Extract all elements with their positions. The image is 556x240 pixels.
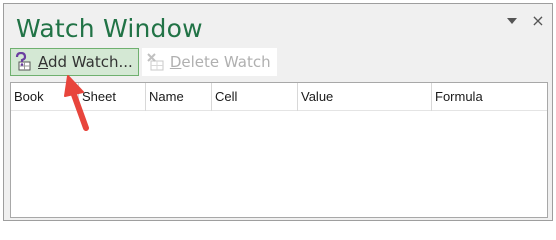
column-header-formula[interactable]: Formula [432, 83, 547, 111]
list-header: Book Sheet Name Cell Value Formula [11, 83, 547, 111]
column-header-value[interactable]: Value [298, 83, 432, 111]
watch-window-panel: Watch Window × Add Watch... Delete Watch… [3, 3, 553, 221]
add-watch-icon [15, 52, 31, 71]
chevron-down-icon[interactable] [504, 13, 520, 29]
watch-list[interactable]: Book Sheet Name Cell Value Formula [10, 82, 548, 218]
delete-watch-label: Delete Watch [169, 53, 271, 71]
title-controls: × [504, 10, 546, 32]
delete-watch-button[interactable]: Delete Watch [141, 48, 277, 76]
column-header-sheet[interactable]: Sheet [79, 83, 146, 111]
window-title: Watch Window [16, 14, 203, 43]
column-header-cell[interactable]: Cell [212, 83, 298, 111]
toolbar: Add Watch... Delete Watch [10, 48, 277, 76]
add-watch-button[interactable]: Add Watch... [10, 48, 139, 76]
column-header-name[interactable]: Name [146, 83, 212, 111]
delete-watch-icon [147, 53, 164, 71]
close-icon[interactable]: × [530, 13, 546, 29]
add-watch-label: Add Watch... [38, 53, 133, 71]
column-header-book[interactable]: Book [11, 83, 79, 111]
